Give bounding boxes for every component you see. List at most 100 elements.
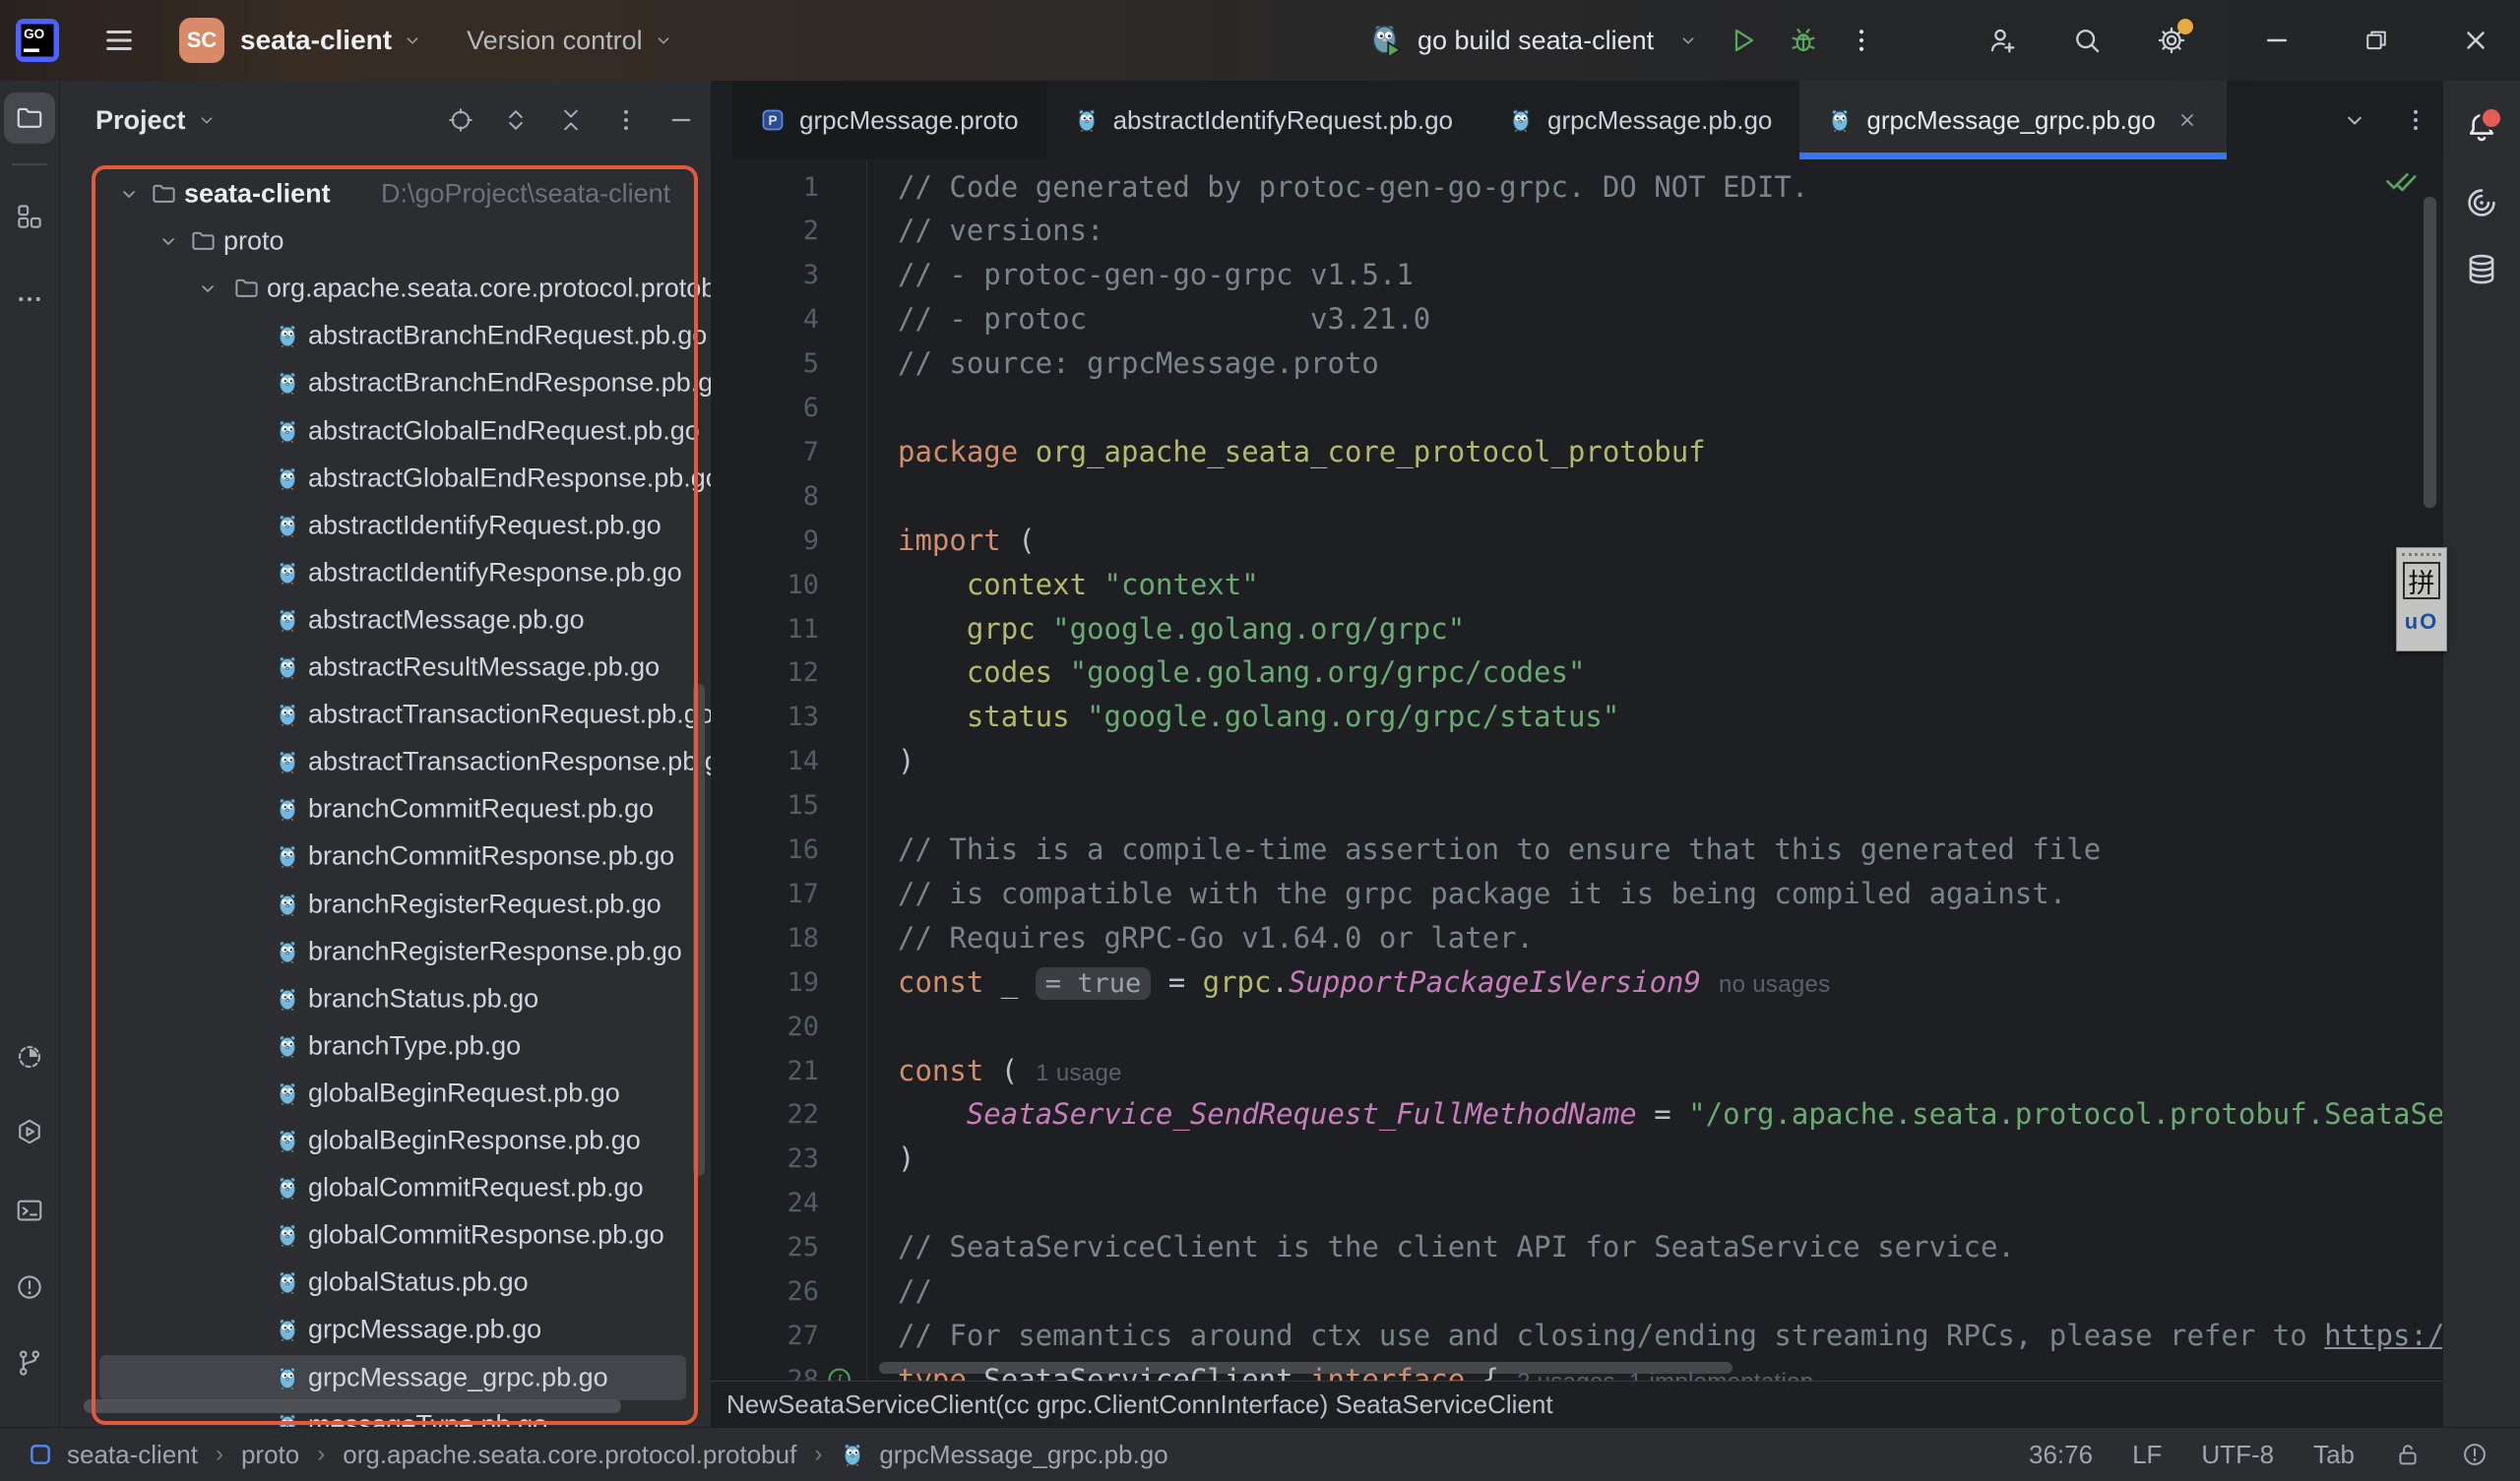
tree-item-branchcommitresponse-pb-go[interactable]: branchCommitResponse.pb.go xyxy=(60,833,711,879)
tree-item-branchregisterresponse-pb-go[interactable]: branchRegisterResponse.pb.go xyxy=(60,929,711,974)
tool-strip-button-structure[interactable] xyxy=(4,191,55,242)
ime-drag-handle[interactable] xyxy=(2402,553,2441,556)
ai-assistant-icon[interactable] xyxy=(2464,185,2499,220)
tree-item-abstracttransactionrequest-pb-go[interactable]: abstractTransactionRequest.pb.go xyxy=(60,692,711,737)
gopher-file-icon xyxy=(275,986,300,1012)
panel-title[interactable]: Project xyxy=(95,105,186,136)
chevron-down-icon[interactable] xyxy=(117,182,141,206)
editor-vertical-scrollbar[interactable] xyxy=(2424,197,2436,508)
tree-item-grpcmessage-pb-go[interactable]: grpcMessage.pb.go xyxy=(60,1307,711,1352)
tree-item-globalbeginresponse-pb-go[interactable]: globalBeginResponse.pb.go xyxy=(60,1118,711,1163)
inspection-ok-icon[interactable] xyxy=(2384,163,2418,202)
gopher-file-icon xyxy=(275,749,300,774)
readonly-unlock-icon[interactable] xyxy=(2394,1441,2422,1468)
line-number: 5 xyxy=(711,341,819,386)
tool-strip-button-problems[interactable] xyxy=(4,1262,55,1313)
tree-item-abstractglobalendresponse-pb-go[interactable]: abstractGlobalEndResponse.pb.go xyxy=(60,456,711,501)
tree-item-branchregisterrequest-pb-go[interactable]: branchRegisterRequest.pb.go xyxy=(60,882,711,927)
tree-item-globalcommitresponse-pb-go[interactable]: globalCommitResponse.pb.go xyxy=(60,1212,711,1258)
tree-item-proto[interactable]: proto xyxy=(60,218,711,264)
window-minimize-button[interactable] xyxy=(2262,26,2292,55)
tree-item-seata-client[interactable]: seata-clientD:\goProject\seata-client xyxy=(60,171,711,216)
project-switcher[interactable]: seata-client xyxy=(240,25,392,56)
database-icon[interactable] xyxy=(2464,252,2499,287)
tree-item-grpcmessage-grpc-pb-go[interactable]: grpcMessage_grpc.pb.go xyxy=(60,1355,711,1400)
tree-item-abstractidentifyrequest-pb-go[interactable]: abstractIdentifyRequest.pb.go xyxy=(60,503,711,548)
tree-item-abstractbranchendrequest-pb-go[interactable]: abstractBranchEndRequest.pb.go xyxy=(60,313,711,358)
hamburger-menu-icon[interactable] xyxy=(102,24,136,57)
tree-item-globalbeginrequest-pb-go[interactable]: globalBeginRequest.pb.go xyxy=(60,1071,711,1116)
tabs-more-vertical-icon[interactable] xyxy=(2402,106,2429,134)
tool-strip-button-services[interactable] xyxy=(4,1106,55,1157)
search-button[interactable] xyxy=(2071,25,2103,56)
close-icon[interactable] xyxy=(2175,108,2199,132)
tree-item-abstractresultmessage-pb-go[interactable]: abstractResultMessage.pb.go xyxy=(60,645,711,690)
run-config-name[interactable]: go build seata-client xyxy=(1418,26,1654,56)
run-widget[interactable]: go build seata-client xyxy=(1368,0,1876,81)
tool-strip-button-profiler[interactable] xyxy=(4,1031,55,1082)
tool-strip-button-project[interactable] xyxy=(4,93,55,144)
settings-button[interactable] xyxy=(2156,25,2187,56)
tab-grpcmessage-grpc-pb-go[interactable]: grpcMessage_grpc.pb.go xyxy=(1799,81,2226,159)
window-maximize-button[interactable] xyxy=(2362,27,2390,54)
hide-panel-icon[interactable] xyxy=(667,106,695,134)
tree-vertical-scrollbar[interactable] xyxy=(693,684,705,1176)
inspection-widget-icon[interactable] xyxy=(2461,1441,2488,1468)
locate-file-icon[interactable] xyxy=(447,106,474,134)
tree-item-abstractmessage-pb-go[interactable]: abstractMessage.pb.go xyxy=(60,597,711,643)
code-token[interactable]: https://pkg.go.d xyxy=(2324,1319,2443,1352)
tool-strip-button-git[interactable] xyxy=(4,1337,55,1388)
code-token: "google.golang.org/grpc/codes" xyxy=(1070,655,1586,689)
run-button[interactable] xyxy=(1727,25,1758,56)
ime-toolbar[interactable]: 拼 uO xyxy=(2396,547,2447,651)
tabs-chevron-down-icon[interactable] xyxy=(2341,106,2368,134)
tab-abstractidentifyrequest-pb-go[interactable]: abstractIdentifyRequest.pb.go xyxy=(1046,81,1480,159)
breadcrumb-item[interactable]: proto xyxy=(241,1440,299,1470)
tree-item-label: branchType.pb.go xyxy=(308,1030,521,1061)
tree-item-abstracttransactionresponse-pb-go[interactable]: abstractTransactionResponse.pb.go xyxy=(60,739,711,784)
ime-mode[interactable]: 拼 xyxy=(2403,562,2440,599)
breadcrumb-item[interactable]: seata-client xyxy=(67,1440,198,1470)
line-separator[interactable]: LF xyxy=(2132,1440,2162,1470)
code-line: // For semantics around ctx use and clos… xyxy=(898,1314,2443,1358)
tree-item-globalstatus-pb-go[interactable]: globalStatus.pb.go xyxy=(60,1260,711,1305)
tree-horizontal-scrollbar[interactable] xyxy=(84,1399,621,1413)
window-close-button[interactable] xyxy=(2461,26,2490,55)
tree-item-org-apache-seata-core-protocol-protobuf[interactable]: org.apache.seata.core.protocol.protobuf xyxy=(60,266,711,311)
caret-position[interactable]: 36:76 xyxy=(2029,1440,2093,1470)
breadcrumb-item[interactable]: grpcMessage_grpc.pb.go xyxy=(879,1440,1167,1470)
tree-item-branchcommitrequest-pb-go[interactable]: branchCommitRequest.pb.go xyxy=(60,786,711,832)
add-user-button[interactable] xyxy=(1986,25,2018,56)
notifications-bell-icon[interactable] xyxy=(2464,110,2499,146)
indent-style[interactable]: Tab xyxy=(2313,1440,2355,1470)
tool-strip-button-terminal[interactable] xyxy=(4,1185,55,1236)
file-encoding[interactable]: UTF-8 xyxy=(2201,1440,2274,1470)
vcs-widget[interactable]: Version control xyxy=(467,26,643,56)
chevron-down-icon[interactable] xyxy=(157,229,180,253)
tool-strip-button-more-horizontal[interactable] xyxy=(4,274,55,325)
tree-item-label: globalCommitRequest.pb.go xyxy=(308,1173,644,1203)
expand-all-icon[interactable] xyxy=(502,106,530,134)
interface-gutter-icon[interactable]: I xyxy=(827,1365,858,1381)
tab-grpcmessage-proto[interactable]: PgrpcMessage.proto xyxy=(732,81,1046,159)
chevron-down-icon[interactable] xyxy=(196,277,220,300)
code-line: ) xyxy=(898,1137,914,1181)
tab-grpcmessage-pb-go[interactable]: grpcMessage.pb.go xyxy=(1480,81,1799,159)
tree-item-abstractglobalendrequest-pb-go[interactable]: abstractGlobalEndRequest.pb.go xyxy=(60,408,711,454)
tree-item-label: abstractGlobalEndResponse.pb.go xyxy=(308,463,711,493)
ime-sub-icons[interactable]: uO xyxy=(2405,609,2439,635)
collapse-all-icon[interactable] xyxy=(557,106,585,134)
tree-item-branchtype-pb-go[interactable]: branchType.pb.go xyxy=(60,1023,711,1069)
tree-item-globalcommitrequest-pb-go[interactable]: globalCommitRequest.pb.go xyxy=(60,1165,711,1210)
tree-item-abstractbranchendresponse-pb-go[interactable]: abstractBranchEndResponse.pb.go xyxy=(60,360,711,405)
tree-item-abstractidentifyresponse-pb-go[interactable]: abstractIdentifyResponse.pb.go xyxy=(60,550,711,595)
code-editor[interactable]: 1// Code generated by protoc-gen-go-grpc… xyxy=(711,159,2443,1381)
project-avatar[interactable]: SC xyxy=(179,18,224,63)
more-vertical-icon[interactable] xyxy=(612,106,640,134)
debug-button[interactable] xyxy=(1788,25,1819,56)
tree-item-branchstatus-pb-go[interactable]: branchStatus.pb.go xyxy=(60,976,711,1021)
tree-item-label: globalCommitResponse.pb.go xyxy=(308,1220,664,1251)
line-number: 6 xyxy=(711,386,819,430)
breadcrumb-item[interactable]: org.apache.seata.core.protocol.protobuf xyxy=(343,1440,796,1470)
more-actions-icon[interactable] xyxy=(1847,26,1876,55)
